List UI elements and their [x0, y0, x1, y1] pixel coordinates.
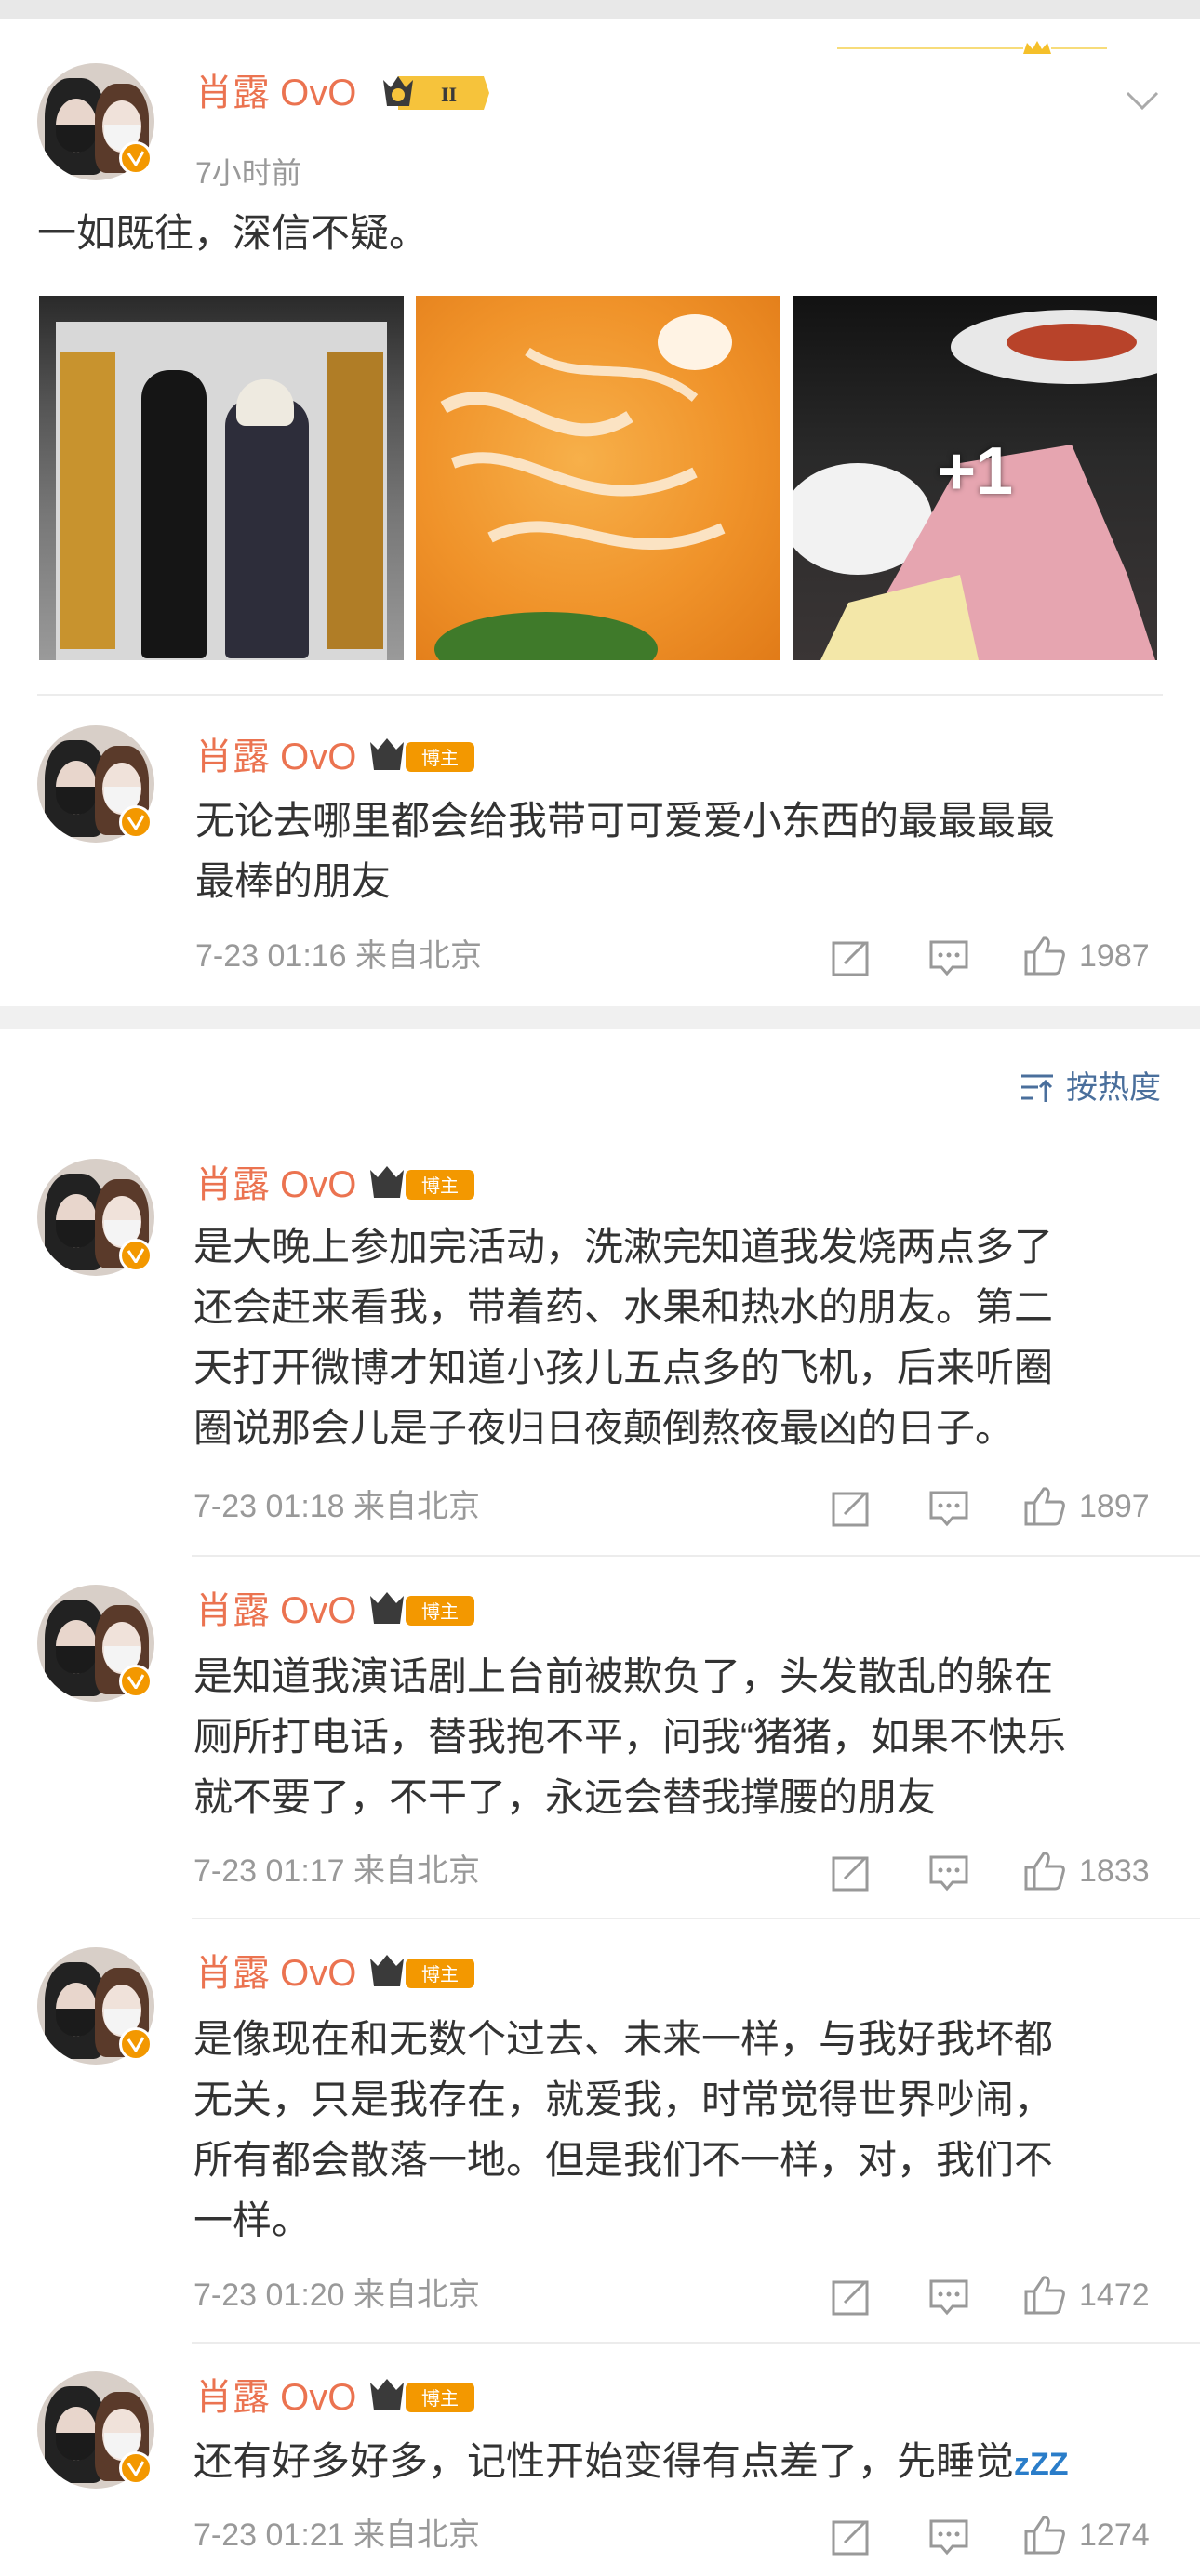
verified-badge-icon [119, 2027, 153, 2061]
share-icon[interactable] [832, 2278, 871, 2316]
divider [192, 1918, 1200, 1919]
comment-list: 按热度 肖露 OvO 博主 是大晚上参加完活动，洗漱完知道我发烧两点多了 还会赶… [0, 1029, 1200, 2576]
comment-icon[interactable] [928, 2518, 969, 2556]
reply-author-name[interactable]: 肖露 OvO [195, 735, 356, 779]
section-gap [0, 1006, 1200, 1029]
comment-text: 还有好多好多，记性开始变得有点差了，先睡觉zZZ [193, 2439, 1069, 2483]
share-icon[interactable] [832, 1854, 871, 1892]
reply-text: 无论去哪里都会给我带可可爱爱小东西的最最最最 最棒的朋友 [195, 799, 1056, 903]
post-photo-1[interactable] [39, 296, 404, 660]
post-author-name[interactable]: 肖露 OvO [195, 71, 356, 115]
divider [192, 1555, 1200, 1557]
sort-icon [1021, 1074, 1053, 1102]
like-icon[interactable] [1023, 2515, 1066, 2556]
more-photos-count: +1 [936, 434, 1014, 509]
like-count: 1833 [1079, 1853, 1150, 1889]
post-text: 一如既往，深信不疑。 [37, 211, 429, 255]
verified-badge-icon [119, 141, 153, 175]
comment-author-name[interactable]: 肖露 OvO [195, 1588, 356, 1633]
svg-text:博主: 博主 [421, 747, 459, 769]
reply-meta: 7-23 01:16 来自北京 [195, 938, 483, 974]
like-icon[interactable] [1023, 2275, 1066, 2316]
blogger-badge: 博主 [368, 1164, 476, 1208]
verified-badge-icon [119, 1239, 153, 1272]
verified-badge-icon [119, 805, 153, 839]
comment-author-name[interactable]: 肖露 OvO [195, 2375, 356, 2420]
comment-author-name[interactable]: 肖露 OvO [195, 1951, 356, 1996]
like-count: 1274 [1079, 2517, 1150, 2553]
comment-text: 是像现在和无数个过去、未来一样，与我好我坏都 无关，只是我存在，就爱我，时常觉得… [193, 2017, 1054, 2242]
post-time: 7小时前 [195, 156, 301, 190]
comment-meta: 7-23 01:18 来自北京 [193, 1489, 481, 1524]
verified-badge-icon [119, 2451, 153, 2485]
comment-icon[interactable] [928, 1490, 969, 1527]
verified-badge-icon [119, 1665, 153, 1698]
like-icon[interactable] [1023, 1486, 1066, 1527]
sort-by-hot-button[interactable]: 按热度 [1020, 1069, 1161, 1107]
comment-text: 是知道我演话剧上台前被欺负了，头发散乱的躲在 厕所打电话，替我抱不平，问我“猪猪… [193, 1654, 1066, 1819]
share-icon[interactable] [832, 2518, 871, 2556]
blogger-badge: 博主 [368, 737, 476, 780]
comment-author-name[interactable]: 肖露 OvO [195, 1162, 356, 1207]
like-count: 1987 [1079, 938, 1150, 974]
share-icon[interactable] [832, 1490, 871, 1527]
svg-text:II: II [441, 83, 457, 106]
chevron-down-icon[interactable] [1124, 89, 1161, 112]
comment-meta: 7-23 01:21 来自北京 [193, 2517, 481, 2553]
post-photo-3[interactable]: +1 [793, 296, 1157, 660]
sort-label: 按热度 [1066, 1070, 1161, 1106]
like-count: 1472 [1079, 2277, 1150, 2313]
like-count: 1897 [1079, 1489, 1150, 1524]
svg-text:博主: 博主 [421, 1600, 459, 1623]
like-icon[interactable] [1023, 1851, 1066, 1892]
comment-text: 是大晚上参加完活动，洗漱完知道我发烧两点多了 还会赶来看我，带着药、水果和热水的… [193, 1225, 1054, 1450]
svg-text:博主: 博主 [421, 1175, 459, 1197]
comment-icon[interactable] [928, 2278, 969, 2316]
share-icon[interactable] [832, 939, 871, 976]
like-icon[interactable] [1023, 936, 1066, 976]
level-badge-icon: II [381, 73, 493, 118]
blogger-badge: 博主 [368, 1590, 476, 1634]
svg-text:博主: 博主 [421, 1963, 459, 1985]
svg-text:博主: 博主 [421, 2387, 459, 2410]
divider [37, 694, 1163, 696]
blogger-badge: 博主 [368, 2377, 476, 2421]
weibo-post: 肖露 OvO II 7小时前 一如既往，深信不疑。 +1 肖露 OvO 博主 无… [0, 19, 1200, 1006]
sleep-emoji: zZZ [1014, 2447, 1069, 2482]
comment-icon[interactable] [928, 1854, 969, 1892]
top-strip [0, 0, 1200, 19]
crown-decoration [837, 41, 1107, 54]
blogger-badge: 博主 [368, 1953, 476, 1997]
comment-meta: 7-23 01:20 来自北京 [193, 2277, 481, 2313]
post-photo-2[interactable] [416, 296, 780, 660]
comment-meta: 7-23 01:17 来自北京 [193, 1853, 481, 1889]
divider [192, 2342, 1200, 2344]
comment-icon[interactable] [928, 939, 969, 976]
